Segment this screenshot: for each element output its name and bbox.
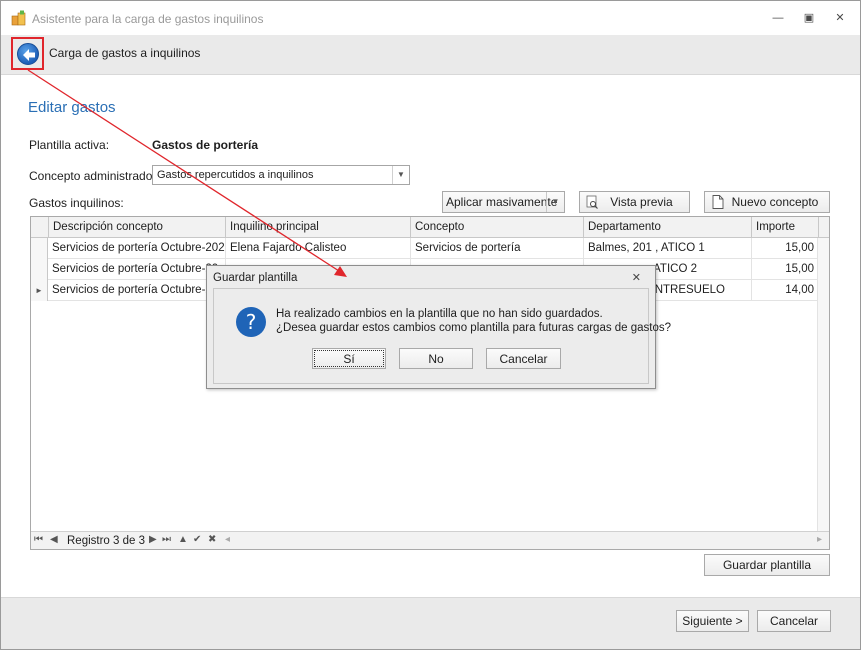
col-concepto[interactable]: Concepto [410, 217, 583, 238]
cell-importe[interactable]: 15,00 [751, 259, 818, 280]
restore-icon[interactable]: ▣ [802, 11, 816, 25]
cell-departamento[interactable]: Balmes, 201 , ATICO 1 [583, 238, 751, 259]
row-indicator[interactable] [31, 259, 48, 280]
close-icon[interactable]: ✕ [632, 271, 641, 284]
chevron-down-icon[interactable]: ▼ [392, 166, 409, 184]
siguiente-label: Siguiente > [682, 614, 743, 628]
scroll-right-icon[interactable]: ▸ [817, 534, 822, 545]
scroll-left-icon[interactable]: ◂ [225, 534, 230, 545]
cell-concepto[interactable]: Servicios de portería [410, 238, 583, 259]
yes-button[interactable]: Sí [312, 348, 386, 369]
guardar-plantilla-label: Guardar plantilla [722, 558, 812, 572]
delete-x-icon[interactable]: ✖ [208, 534, 216, 545]
vertical-scrollbar[interactable] [817, 238, 829, 531]
dialog-line-1: Ha realizado cambios en la plantilla que… [276, 308, 603, 320]
col-departamento[interactable]: Departamento [583, 217, 751, 238]
guardar-plantilla-dialog: Guardar plantilla ✕ ? Ha realizado cambi… [206, 265, 671, 389]
cell-importe[interactable]: 14,00 [751, 280, 818, 301]
last-record-icon[interactable]: ⏭ [162, 534, 171, 545]
table-row[interactable]: Servicios de portería Octubre-2022 Elena… [31, 238, 818, 259]
record-navigator: ⏮ ◀ Registro 3 de 3 ▶ ⏭ ▲ ✔ ✖ ◂ ▸ [31, 531, 829, 549]
gastos-label: Gastos inquilinos: [29, 196, 124, 210]
first-record-icon[interactable]: ⏮ [34, 534, 43, 545]
back-arrow-icon [17, 43, 39, 65]
cell-descripcion[interactable]: Servicios de portería Octubre-20 [48, 259, 225, 280]
record-counter: Registro 3 de 3 [67, 535, 145, 547]
section-title: Editar gastos [28, 99, 116, 116]
plantilla-value: Gastos de portería [152, 138, 259, 152]
col-importe[interactable]: Importe [751, 217, 818, 238]
preview-magnifier-icon [586, 195, 598, 209]
concepto-label: Concepto administrador: [29, 169, 160, 183]
aplicar-label: Aplicar masivamente [446, 195, 558, 209]
next-record-icon[interactable]: ▶ [149, 534, 157, 545]
app-boxes-icon [11, 10, 26, 26]
chevron-down-icon[interactable]: ▼ [546, 192, 564, 212]
dialog-body: ? Ha realizado cambios en la plantilla q… [213, 288, 671, 384]
back-button[interactable] [11, 37, 44, 70]
dialog-line-2: ¿Desea guardar estos cambios como planti… [276, 322, 672, 334]
current-row-indicator-icon[interactable]: ► [31, 280, 48, 301]
nuevo-label: Nuevo concepto [731, 195, 819, 209]
dialog-cancel-label: Cancelar [499, 351, 548, 366]
dialog-title: Guardar plantilla [213, 272, 298, 284]
yes-label: Sí [343, 351, 355, 366]
insert-up-icon[interactable]: ▲ [178, 534, 188, 545]
no-button[interactable]: No [399, 348, 473, 369]
question-icon: ? [236, 307, 266, 337]
cancelar-label: Cancelar [769, 614, 819, 628]
vista-label: Vista previa [610, 195, 673, 209]
cancelar-button[interactable]: Cancelar [757, 610, 831, 632]
cell-inquilino[interactable]: Elena Fajardo Calisteo [225, 238, 410, 259]
plantilla-label: Plantilla activa: [29, 138, 110, 152]
grid-header: Descripción concepto Inquilino principal… [31, 217, 829, 238]
row-indicator[interactable] [31, 238, 48, 259]
dialog-message: Ha realizado cambios en la plantilla que… [276, 307, 671, 335]
dialog-cancel-button[interactable]: Cancelar [486, 348, 561, 369]
siguiente-button[interactable]: Siguiente > [676, 610, 749, 632]
cell-descripcion[interactable]: Servicios de portería Octubre-2022 [48, 238, 225, 259]
prev-record-icon[interactable]: ◀ [50, 534, 58, 545]
concepto-select-value: Gastos repercutidos a inquilinos [157, 169, 314, 181]
concepto-select[interactable]: Gastos repercutidos a inquilinos ▼ [152, 165, 410, 185]
check-icon[interactable]: ✔ [193, 534, 201, 545]
col-inquilino[interactable]: Inquilino principal [225, 217, 410, 238]
aplicar-masivamente-button[interactable]: Aplicar masivamente ▼ [442, 191, 565, 213]
nuevo-concepto-button[interactable]: Nuevo concepto [704, 191, 830, 213]
window-title: Asistente para la carga de gastos inquil… [32, 12, 264, 26]
title-bar: Asistente para la carga de gastos inquil… [1, 1, 860, 35]
new-document-icon [712, 195, 724, 209]
no-label: No [428, 351, 444, 366]
col-descripcion[interactable]: Descripción concepto [48, 217, 225, 238]
cell-descripcion[interactable]: Servicios de portería Octubre-20 [48, 280, 225, 301]
guardar-plantilla-button[interactable]: Guardar plantilla [704, 554, 830, 576]
header-title: Carga de gastos a inquilinos [49, 46, 201, 60]
header-corner [818, 217, 829, 238]
indicator-header [31, 217, 48, 238]
minimize-icon[interactable]: — [771, 11, 785, 25]
app-window: Asistente para la carga de gastos inquil… [0, 0, 861, 650]
vista-previa-button[interactable]: Vista previa [579, 191, 690, 213]
cell-importe[interactable]: 15,00 [751, 238, 818, 259]
close-icon[interactable]: ✕ [833, 11, 847, 25]
